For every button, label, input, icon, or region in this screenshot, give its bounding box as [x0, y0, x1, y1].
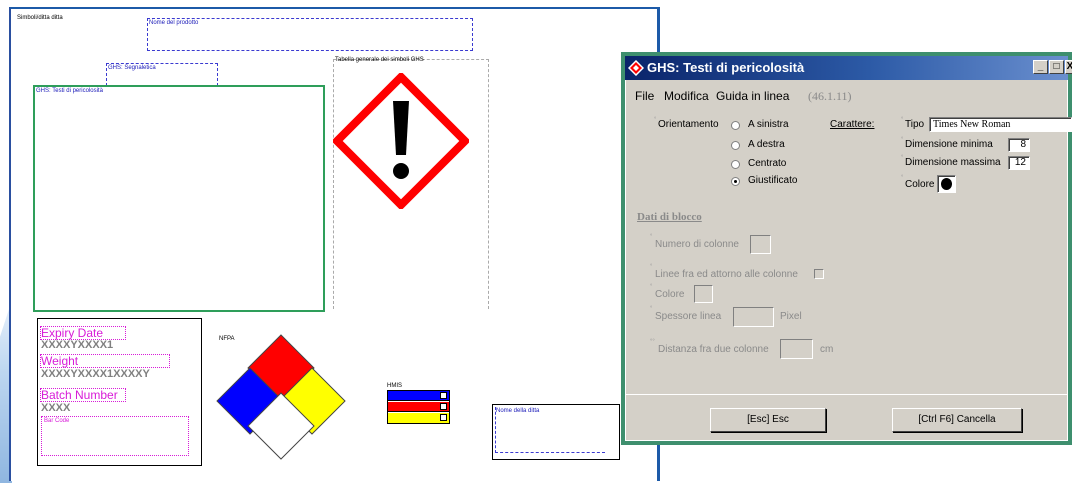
column-distance-label: Distanza fra due colonne	[658, 344, 769, 355]
ghs-signal-label: GHS: Segnaletica	[108, 65, 156, 71]
font-type-input[interactable]: Times New Roman	[929, 117, 1072, 132]
dialog-titlebar[interactable]: GHS: Testi di pericolosità _ □ X	[625, 56, 1072, 80]
expiry-date-value: XXXXYXXXX1	[41, 339, 114, 351]
radio-giustificato[interactable]	[731, 177, 740, 186]
radio-a-sinistra[interactable]	[731, 121, 740, 130]
required-mark: °°	[650, 339, 655, 345]
radio-centrato[interactable]	[731, 160, 740, 169]
orientation-label: Orientamento	[658, 119, 719, 130]
hmis-health-row	[388, 391, 449, 401]
product-name-label: Nome del prodotto	[149, 20, 199, 26]
radio-label-giustificato: Giustificato	[748, 175, 798, 186]
radio-label-a-sinistra: A sinistra	[748, 119, 789, 130]
ghs-hazard-text-box[interactable]: GHS: Testi di pericolosità	[33, 85, 325, 312]
hmis-flammability-row	[388, 402, 449, 412]
expiry-date-label: Expiry Date	[41, 326, 104, 340]
cancel-button[interactable]: [Ctrl F6] Cancella	[892, 408, 1022, 432]
line-width-input[interactable]	[733, 307, 774, 327]
lines-checkbox[interactable]	[814, 269, 824, 279]
ghs-hazard-text-label: GHS: Testi di pericolosità	[36, 88, 103, 94]
company-name-label: Nome della ditta	[496, 408, 540, 414]
block-section-title: Dati di blocco	[637, 211, 702, 223]
max-size-label: Dimensione massima	[905, 157, 1001, 168]
color-swatch-icon	[941, 178, 952, 190]
minimize-icon[interactable]: _	[1033, 60, 1048, 74]
min-size-input[interactable]: 8	[1008, 138, 1030, 152]
menu-modifica[interactable]: Modifica	[664, 89, 709, 103]
menu-guida[interactable]: Guida in linea	[716, 89, 789, 103]
required-mark: °	[650, 264, 653, 270]
barcode-label: Bar Code	[44, 418, 70, 424]
color-picker-button[interactable]	[937, 175, 956, 193]
close-icon[interactable]: X	[1065, 60, 1072, 74]
block-color-button[interactable]	[694, 285, 713, 303]
type-label: Tipo	[905, 119, 925, 130]
radio-label-centrato: Centrato	[748, 158, 787, 169]
app-diamond-icon	[628, 60, 644, 76]
ghs-table-label: Tabella generale dei simboli GHS	[335, 57, 424, 63]
dialog-divider	[625, 394, 1068, 395]
menu-file[interactable]: File	[635, 89, 654, 103]
esc-button[interactable]: [Esc] Esc	[710, 408, 826, 432]
hmis-reactivity-row	[388, 413, 449, 423]
hmis-label: HMIS	[387, 383, 402, 389]
hmis-box[interactable]	[387, 390, 450, 424]
required-mark: °	[901, 155, 904, 161]
required-mark: °	[650, 284, 653, 290]
label-canvas[interactable]: Simboli/ditta ditta Nome del prodotto GH…	[9, 7, 660, 481]
weight-value: XXXXYXXXX1XXXXY	[41, 368, 150, 380]
ghs-exclamation-icon[interactable]	[333, 73, 469, 209]
menu-code[interactable]: (46.1.11)	[808, 89, 852, 104]
required-mark: °	[650, 306, 653, 312]
radio-label-a-destra: A destra	[748, 139, 785, 150]
hazard-text-dialog[interactable]: GHS: Testi di pericolosità _ □ X File Mo…	[621, 52, 1072, 445]
block-color-label: Colore	[655, 289, 685, 300]
color-label: Colore	[905, 179, 935, 190]
font-section-title: Carattere:	[830, 119, 875, 130]
lines-label: Linee fra ed attorno alle colonne	[655, 269, 798, 280]
columns-input[interactable]	[750, 235, 771, 254]
required-mark: °	[650, 234, 653, 240]
batch-number-label: Batch Number	[41, 388, 118, 402]
columns-label: Numero di colonne	[655, 239, 739, 250]
company-symbols-label: Simboli/ditta ditta	[17, 15, 63, 21]
batch-number-value: XXXX	[41, 402, 71, 414]
cm-unit-label: cm	[820, 344, 834, 355]
min-size-label: Dimensione minima	[905, 139, 993, 150]
nfpa-diamond-icon[interactable]	[216, 331, 346, 461]
dialog-title: GHS: Testi di pericolosità	[647, 60, 805, 75]
radio-a-destra[interactable]	[731, 141, 740, 150]
max-size-input[interactable]: 12	[1008, 156, 1030, 170]
ghs-signal-box[interactable]: GHS: Segnaletica	[106, 63, 218, 86]
required-mark: °	[901, 117, 904, 123]
required-mark: °	[654, 117, 657, 123]
required-mark: °	[901, 137, 904, 143]
product-name-box[interactable]: Nome del prodotto	[147, 18, 473, 51]
weight-label: Weight	[41, 354, 79, 368]
barcode-box[interactable]: Bar Code	[41, 416, 189, 456]
required-mark: °	[901, 175, 904, 181]
pixel-unit-label: Pixel	[780, 311, 802, 322]
column-distance-input[interactable]	[780, 339, 813, 359]
company-name-box[interactable]: Nome della ditta	[492, 404, 620, 460]
maximize-icon[interactable]: □	[1049, 60, 1064, 74]
line-width-label: Spessore linea	[655, 311, 722, 322]
product-info-box[interactable]: Expiry Date XXXXYXXXX1 Weight XXXXYXXXX1…	[37, 318, 202, 466]
